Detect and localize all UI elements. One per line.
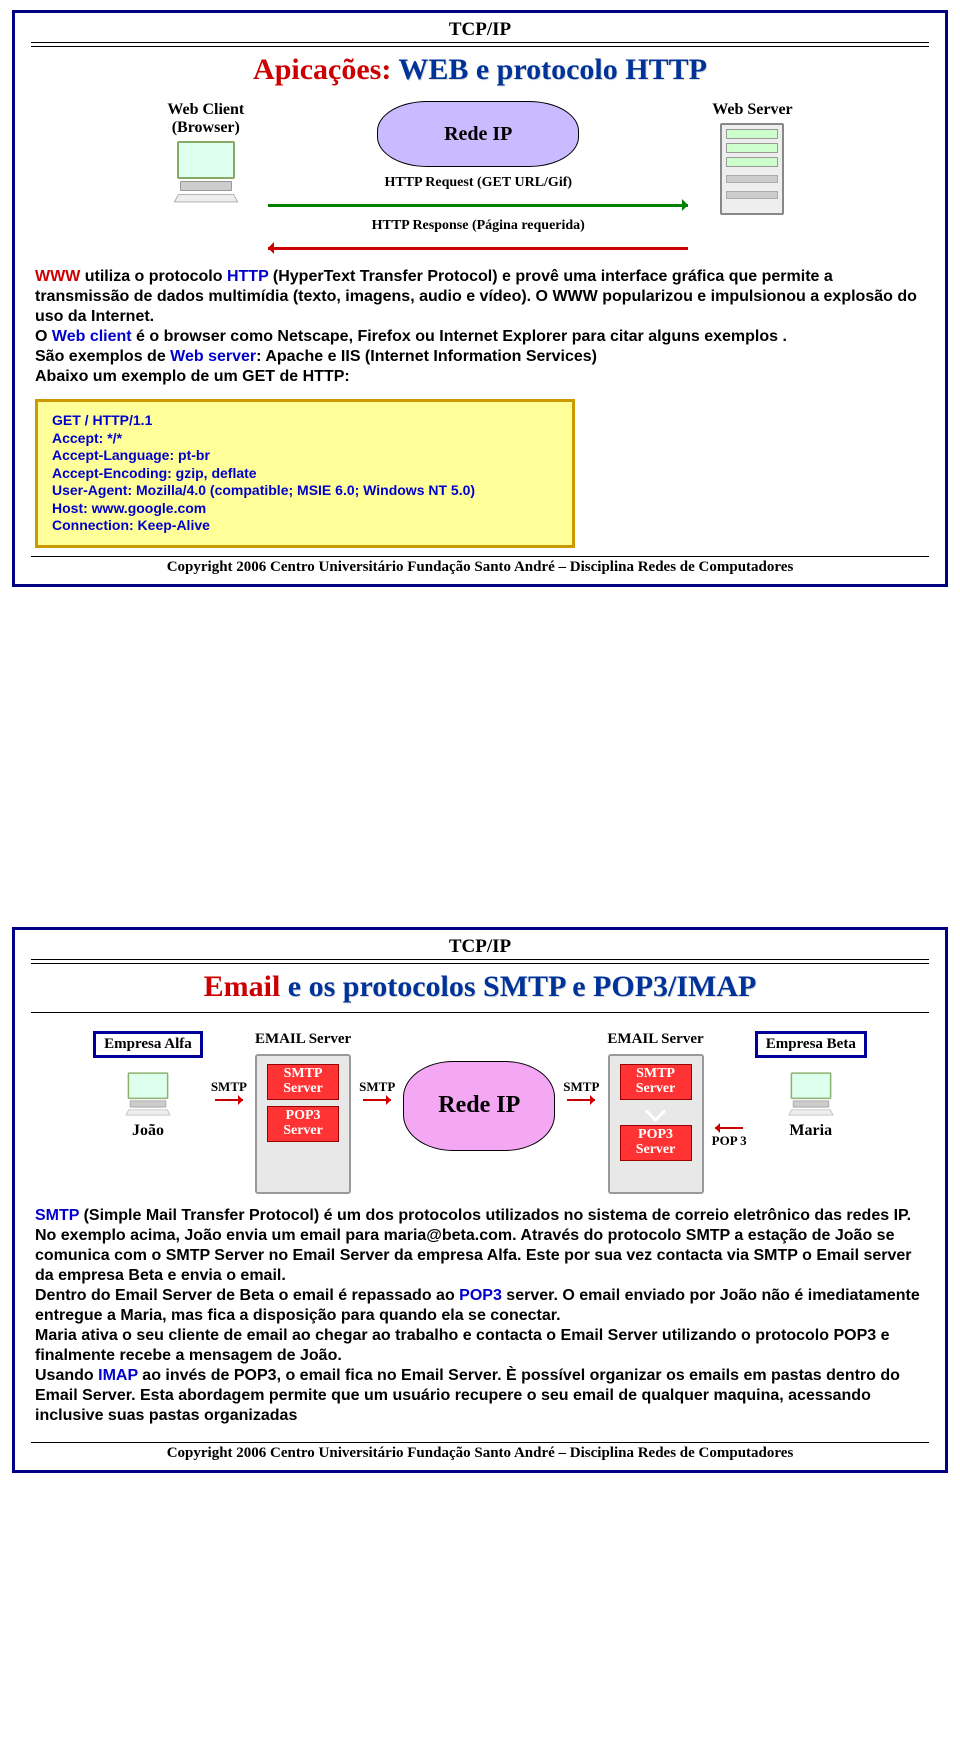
arrow-icon xyxy=(363,1099,391,1101)
slide-1: TCP/IP Apicações: WEB e protocolo HTTP W… xyxy=(12,10,948,587)
slide-1-body: WWW utiliza o protocolo HTTP (HyperText … xyxy=(31,261,929,395)
http-request-codebox: GET / HTTP/1.1 Accept: */* Accept-Langua… xyxy=(35,399,575,548)
cloud-label: Rede IP xyxy=(444,123,512,146)
server-icon xyxy=(720,123,784,215)
code-line: Accept-Encoding: gzip, deflate xyxy=(52,465,558,483)
pop3-server-badge: POP3 Server xyxy=(267,1106,339,1142)
slide-1-header: TCP/IP Apicações: WEB e protocolo HTTP xyxy=(31,19,929,95)
kw-http: HTTP xyxy=(227,268,268,285)
smtp-label: SMTP xyxy=(359,1079,395,1095)
http-diagram: Web Client (Browser) Rede IP HTTP Reques… xyxy=(31,95,929,261)
computer-icon xyxy=(174,141,238,197)
cloud-icon: Rede IP xyxy=(377,101,579,167)
email-server-alfa: EMAIL Server SMTP Server POP3 Server xyxy=(255,1031,351,1194)
kw-www: WWW xyxy=(35,268,80,285)
code-line: Host: www.google.com xyxy=(52,500,558,518)
web-client-label-1: Web Client xyxy=(167,101,244,119)
code-line: Accept: */* xyxy=(52,430,558,448)
pop3-arrow: POP 3 xyxy=(712,1031,747,1149)
email-server-label: EMAIL Server xyxy=(607,1031,703,1048)
arrow-icon xyxy=(215,1099,243,1101)
email-diagram: Empresa Alfa João SMTP EMAIL Server SMTP… xyxy=(31,1021,929,1200)
slide-footer: Copyright 2006 Centro Universitário Fund… xyxy=(31,557,929,576)
slide-footer: Copyright 2006 Centro Universitário Fund… xyxy=(31,1443,929,1462)
empresa-alfa-col: Empresa Alfa João xyxy=(93,1031,203,1140)
joao-label: João xyxy=(132,1122,164,1140)
response-arrow-label: HTTP Response (Página requerida) xyxy=(268,218,688,234)
kw-web-client: Web client xyxy=(52,328,132,345)
smtp-label: SMTP xyxy=(211,1079,247,1095)
arrow-icon xyxy=(567,1099,595,1101)
computer-icon xyxy=(126,1072,171,1111)
server-tower-icon: SMTP Server POP3 Server xyxy=(608,1054,704,1194)
page-gap xyxy=(0,597,960,917)
smtp-server-badge: SMTP Server xyxy=(620,1064,692,1100)
code-line: Connection: Keep-Alive xyxy=(52,517,558,535)
response-arrow xyxy=(268,239,688,257)
web-client-label-2: (Browser) xyxy=(167,119,244,137)
smtp-arrow-2: SMTP xyxy=(359,1031,395,1101)
kw-smtp: SMTP xyxy=(35,1207,79,1224)
pop3-label: POP 3 xyxy=(712,1133,747,1149)
topic-label: TCP/IP xyxy=(31,19,929,41)
cloud-col: Rede IP xyxy=(403,1031,555,1151)
web-client-node: Web Client (Browser) xyxy=(167,101,244,197)
diagram-center: Rede IP HTTP Request (GET URL/Gif) HTTP … xyxy=(268,101,688,257)
kw-pop3: POP3 xyxy=(459,1287,502,1304)
header-rule xyxy=(31,959,929,964)
title-main-2: e os protocolos SMTP e POP3/IMAP xyxy=(288,970,757,1003)
title-underline xyxy=(31,1012,929,1013)
kw-web-server: Web server xyxy=(170,348,256,365)
empresa-beta-col: Empresa Beta Maria xyxy=(755,1031,867,1140)
title-main: WEB e protocolo HTTP xyxy=(398,53,707,86)
header-rule xyxy=(31,42,929,47)
code-line: User-Agent: Mozilla/4.0 (compatible; MSI… xyxy=(52,482,558,500)
pop3-server-badge: POP3 Server xyxy=(620,1125,692,1161)
cloud-icon: Rede IP xyxy=(403,1061,555,1151)
cloud-label: Rede IP xyxy=(438,1092,520,1119)
kw-imap: IMAP xyxy=(98,1367,138,1384)
request-arrow xyxy=(268,196,688,214)
slide-2-body: SMTP (Simple Mail Transfer Protocol) é u… xyxy=(31,1200,929,1434)
slide-2-title: Email e os protocolos SMTP e POP3/IMAP xyxy=(31,966,929,1010)
smtp-label: SMTP xyxy=(563,1079,599,1095)
email-server-beta: EMAIL Server SMTP Server POP3 Server xyxy=(607,1031,703,1194)
smtp-server-badge: SMTP Server xyxy=(267,1064,339,1100)
computer-icon xyxy=(788,1072,833,1111)
title-prefix-2: Email xyxy=(204,970,288,1003)
arrow-icon xyxy=(715,1127,743,1129)
slide-2: TCP/IP Email e os protocolos SMTP e POP3… xyxy=(12,927,948,1473)
request-arrow-label: HTTP Request (GET URL/Gif) xyxy=(268,175,688,191)
down-arrow-icon xyxy=(645,1100,666,1121)
topic-label: TCP/IP xyxy=(31,936,929,958)
code-line: GET / HTTP/1.1 xyxy=(52,412,558,430)
server-tower-icon: SMTP Server POP3 Server xyxy=(255,1054,351,1194)
web-server-node: Web Server xyxy=(712,101,792,215)
code-line: Accept-Language: pt-br xyxy=(52,447,558,465)
email-server-label: EMAIL Server xyxy=(255,1031,351,1048)
web-server-label: Web Server xyxy=(712,101,792,119)
empresa-alfa-tag: Empresa Alfa xyxy=(93,1031,203,1058)
empresa-beta-tag: Empresa Beta xyxy=(755,1031,867,1058)
smtp-arrow-1: SMTP xyxy=(211,1031,247,1101)
maria-label: Maria xyxy=(789,1122,832,1140)
slide-1-title: Apicações: WEB e protocolo HTTP xyxy=(31,49,929,93)
slide-2-header: TCP/IP Email e os protocolos SMTP e POP3… xyxy=(31,936,929,1012)
title-prefix: Apicações: xyxy=(253,53,398,86)
smtp-arrow-3: SMTP xyxy=(563,1031,599,1101)
